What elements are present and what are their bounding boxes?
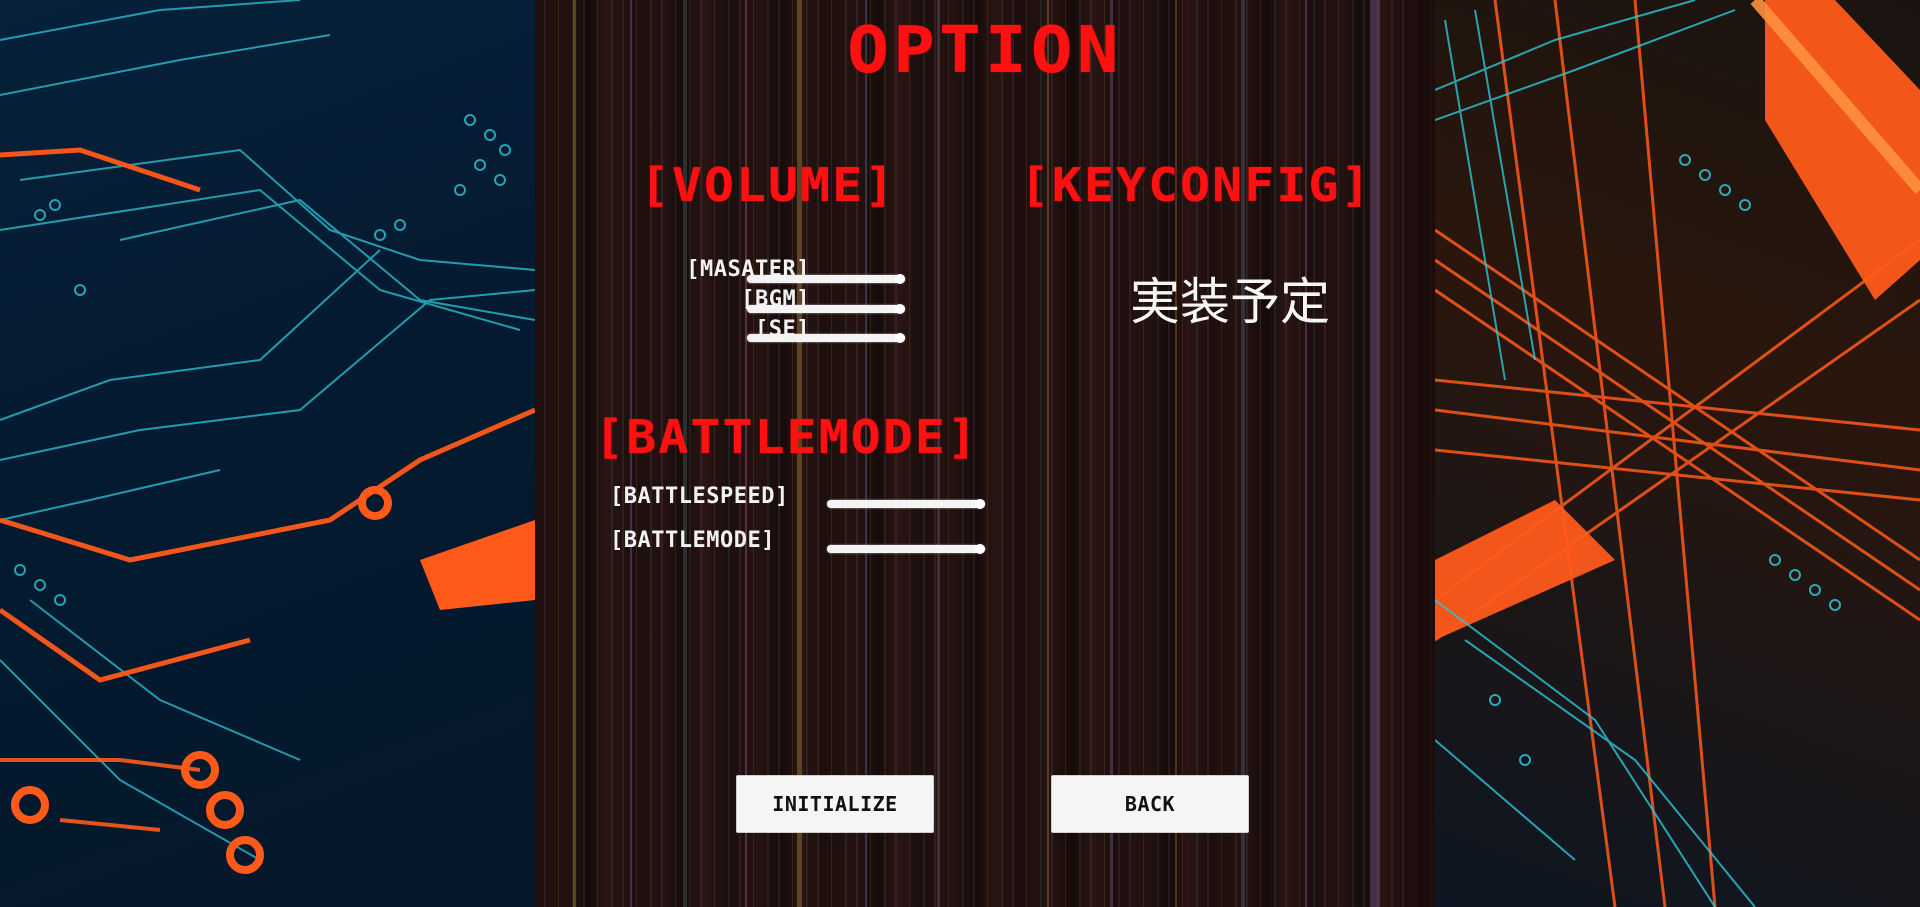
back-button[interactable]: BACK: [1051, 775, 1249, 833]
volume-heading: [VOLUME]: [639, 158, 897, 212]
slider-handle[interactable]: [895, 333, 905, 343]
background-circuit-right: [1435, 0, 1920, 907]
slider-handle[interactable]: [975, 544, 985, 554]
slider-fill: [747, 305, 905, 313]
background-circuit-left: [0, 0, 535, 907]
battlespeed-label: [BATTLESPEED]: [610, 484, 789, 509]
slider-handle[interactable]: [895, 274, 905, 284]
options-panel: OPTION [VOLUME] [MASATER] [BGM] [SE] [KE…: [535, 0, 1435, 907]
slider-handle[interactable]: [975, 499, 985, 509]
page-title: OPTION: [847, 14, 1123, 88]
initialize-button[interactable]: INITIALIZE: [736, 775, 934, 833]
bgm-volume-slider[interactable]: [747, 304, 905, 314]
slider-fill: [747, 334, 905, 342]
battlespeed-slider[interactable]: [827, 499, 985, 509]
battlemode-heading: [BATTLEMODE]: [594, 410, 980, 464]
master-volume-slider[interactable]: [747, 274, 905, 284]
slider-handle[interactable]: [895, 304, 905, 314]
battlemode-slider[interactable]: [827, 544, 985, 554]
keyconfig-heading: [KEYCONFIG]: [1019, 158, 1373, 212]
slider-fill: [747, 275, 905, 283]
slider-fill: [827, 500, 985, 508]
se-volume-slider[interactable]: [747, 333, 905, 343]
keyconfig-notice: 実装予定: [1130, 273, 1330, 331]
slider-fill: [827, 545, 985, 553]
battlemode-label: [BATTLEMODE]: [610, 528, 775, 553]
